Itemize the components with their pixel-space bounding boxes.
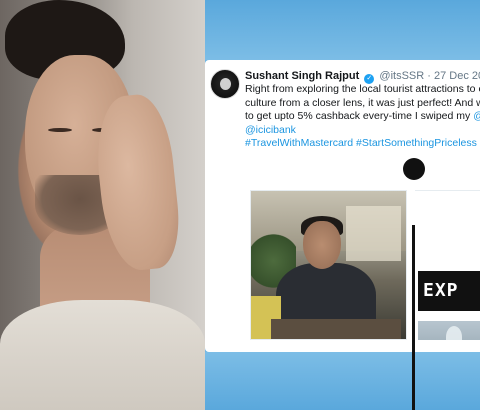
profile-avatar[interactable] — [210, 69, 240, 99]
mention-link-partial[interactable]: @m — [473, 110, 480, 122]
explore-banner: EXP — [418, 271, 480, 311]
mention-icicibank-link[interactable]: @icicibank — [245, 124, 480, 138]
cafe-table — [271, 319, 401, 339]
tweet-author-handle[interactable]: @itsSSR — [379, 70, 424, 82]
person-head — [303, 221, 341, 269]
cafe-photo — [251, 191, 406, 339]
tweet-text: Right from exploring the local tourist a… — [245, 83, 480, 151]
tweet-meta-separator: · — [427, 70, 431, 82]
portrait-photo — [0, 0, 205, 410]
tweet-text-line-3: to get upto 5% cashback every-time I swi… — [245, 110, 480, 124]
tweet-screenshot-panel: Sushant Singh Rajput ✓ @itsSSR · 27 Dec … — [205, 0, 480, 410]
tweet-card[interactable]: Sushant Singh Rajput ✓ @itsSSR · 27 Dec … — [205, 60, 480, 410]
fountain-photo — [418, 321, 480, 340]
portrait-shirt — [0, 300, 205, 410]
background-top — [205, 0, 480, 60]
tweet-text-line-1: Right from exploring the local tourist a… — [245, 83, 480, 95]
portrait-eye-left — [48, 128, 72, 132]
tweet-date[interactable]: 27 Dec 2019 — [434, 70, 480, 82]
fountain-spray — [446, 326, 462, 340]
tweet-author-name[interactable]: Sushant Singh Rajput — [245, 70, 359, 82]
hashtags-link[interactable]: #TravelWithMastercard #StartSomethingPri… — [245, 137, 480, 151]
tweet-media-photo-2[interactable]: EXP — [415, 190, 480, 340]
cafe-window-light — [346, 206, 401, 261]
media-divider-dot — [403, 158, 425, 180]
tweet-text-line-2: culture from a closer lens, it was just … — [245, 96, 480, 109]
background-bottom — [205, 352, 480, 410]
tweet-media-photo-1[interactable] — [250, 190, 407, 340]
tweet-text-line-3-text: to get upto 5% cashback every-time I swi… — [245, 110, 474, 122]
